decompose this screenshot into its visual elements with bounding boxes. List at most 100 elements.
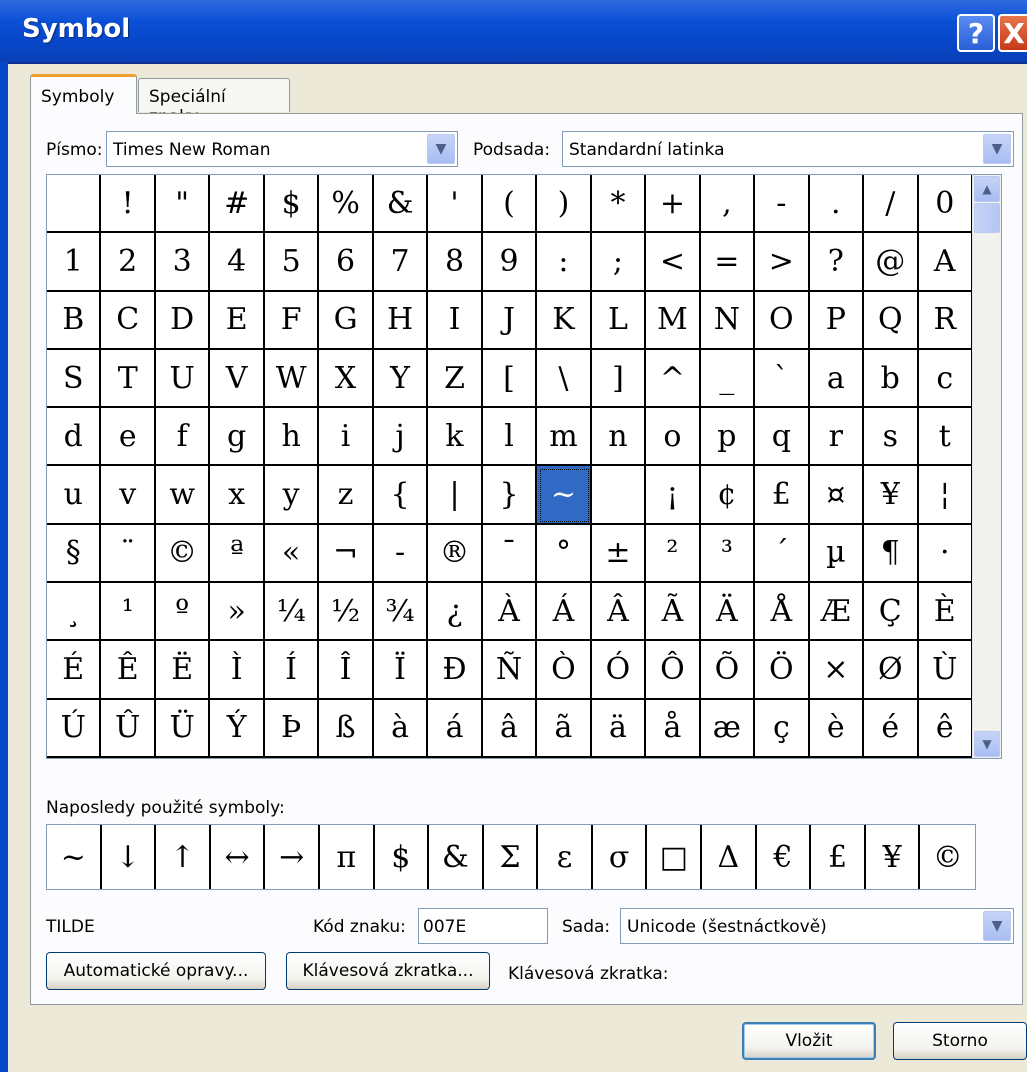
symbol-cell[interactable]: n bbox=[591, 408, 647, 467]
symbol-cell[interactable]: » bbox=[210, 583, 265, 642]
symbol-cell[interactable]: ¡ bbox=[646, 466, 701, 525]
symbol-cell[interactable]: ½ bbox=[319, 583, 374, 642]
symbol-cell[interactable]: W bbox=[264, 349, 320, 409]
symbol-cell[interactable]: 0 bbox=[918, 175, 973, 234]
symbol-cell[interactable]: ß bbox=[319, 699, 374, 758]
symbol-cell[interactable]: 6 bbox=[319, 233, 374, 292]
symbol-cell[interactable]: ª bbox=[210, 524, 265, 584]
symbol-cell[interactable]: Í bbox=[264, 641, 320, 700]
symbol-cell[interactable]: Z bbox=[428, 349, 483, 409]
recent-symbol[interactable]: Δ bbox=[702, 825, 757, 889]
symbol-cell[interactable]: V bbox=[210, 349, 265, 409]
symbol-cell[interactable]: ) bbox=[537, 175, 592, 234]
symbol-cell[interactable]: - bbox=[373, 524, 429, 584]
subset-select[interactable]: Standardní latinka ▼ bbox=[562, 131, 1014, 167]
symbol-cell[interactable]: ¶ bbox=[864, 524, 919, 584]
symbol-cell[interactable]: G bbox=[319, 291, 374, 350]
tab-special-chars[interactable]: Speciální znaky bbox=[138, 78, 290, 127]
symbol-cell[interactable]: Ô bbox=[646, 641, 701, 700]
symbol-cell[interactable]: Ì bbox=[210, 641, 265, 700]
symbol-cell[interactable]: ã bbox=[537, 699, 592, 758]
symbol-cell[interactable]: q bbox=[755, 408, 810, 467]
help-button[interactable]: ? bbox=[957, 14, 995, 52]
symbol-cell[interactable]: + bbox=[646, 175, 701, 234]
tab-symbols[interactable]: Symboly bbox=[30, 74, 137, 114]
symbol-cell[interactable]: $ bbox=[264, 175, 320, 234]
symbol-cell[interactable]: j bbox=[373, 408, 429, 467]
recent-symbol[interactable]: $ bbox=[375, 825, 430, 889]
symbol-cell[interactable]: ° bbox=[537, 524, 592, 584]
close-button[interactable]: X bbox=[998, 14, 1027, 52]
symbol-cell[interactable]: A bbox=[918, 233, 973, 292]
symbol-cell[interactable]: r bbox=[809, 408, 865, 467]
symbol-cell[interactable]: ( bbox=[482, 175, 538, 234]
symbol-cell[interactable]: Ý bbox=[210, 699, 265, 758]
symbol-cell[interactable]: h bbox=[264, 408, 320, 467]
symbol-cell[interactable]: 7 bbox=[373, 233, 429, 292]
symbol-cell[interactable]: & bbox=[373, 175, 429, 234]
symbol-cell[interactable]: p bbox=[700, 408, 756, 467]
symbol-cell[interactable]: Ú bbox=[47, 699, 102, 758]
symbol-cell[interactable] bbox=[47, 175, 102, 234]
symbol-cell[interactable]: D bbox=[155, 291, 211, 350]
symbol-cell[interactable]: § bbox=[47, 524, 102, 584]
symbol-cell[interactable]: ¤ bbox=[809, 466, 865, 525]
symbol-cell[interactable]: ± bbox=[591, 524, 647, 584]
symbol-cell[interactable]: º bbox=[155, 583, 211, 642]
symbol-cell[interactable]: e bbox=[101, 408, 156, 467]
symbol-cell[interactable]: ¸ bbox=[47, 583, 102, 642]
symbol-cell[interactable]: á bbox=[428, 699, 483, 758]
symbol-cell[interactable]: ³ bbox=[700, 524, 756, 584]
symbol-cell[interactable]: à bbox=[373, 699, 429, 758]
symbol-cell[interactable]: ~ bbox=[537, 466, 592, 525]
symbol-cell[interactable]: F bbox=[264, 291, 320, 350]
symbol-cell[interactable]: Å bbox=[755, 583, 810, 642]
symbol-cell[interactable]: Æ bbox=[809, 583, 865, 642]
symbol-cell[interactable]: Ç bbox=[864, 583, 919, 642]
chevron-down-icon[interactable]: ▼ bbox=[983, 134, 1011, 164]
symbol-cell[interactable]: Þ bbox=[264, 699, 320, 758]
symbol-cell[interactable]: × bbox=[809, 641, 865, 700]
symbol-cell[interactable]: ¾ bbox=[373, 583, 429, 642]
symbol-cell[interactable]: Ï bbox=[373, 641, 429, 700]
symbol-cell[interactable]: Ê bbox=[101, 641, 156, 700]
recent-symbol[interactable]: £ bbox=[811, 825, 866, 889]
symbol-cell[interactable]: M bbox=[646, 291, 701, 350]
symbol-cell[interactable]: b bbox=[864, 349, 919, 409]
symbol-cell[interactable]: ¯ bbox=[482, 524, 538, 584]
symbol-cell[interactable]: B bbox=[47, 291, 102, 350]
symbol-cell[interactable]: z bbox=[319, 466, 374, 525]
symbol-cell[interactable]: t bbox=[918, 408, 973, 467]
symbol-cell[interactable]: À bbox=[482, 583, 538, 642]
symbol-cell[interactable]: Û bbox=[101, 699, 156, 758]
symbol-cell[interactable]: â bbox=[482, 699, 538, 758]
symbol-cell[interactable]: © bbox=[155, 524, 211, 584]
symbol-cell[interactable]: @ bbox=[864, 233, 919, 292]
symbol-cell[interactable]: \ bbox=[537, 349, 592, 409]
symbol-cell[interactable] bbox=[591, 466, 647, 525]
symbol-cell[interactable]: Q bbox=[864, 291, 919, 350]
symbol-cell[interactable]: é bbox=[864, 699, 919, 758]
scroll-down-icon[interactable]: ▼ bbox=[974, 731, 1000, 757]
symbol-cell[interactable]: J bbox=[482, 291, 538, 350]
symbol-cell[interactable]: U bbox=[155, 349, 211, 409]
symbol-cell[interactable]: · bbox=[918, 524, 973, 584]
insert-button[interactable]: Vložit bbox=[742, 1022, 876, 1060]
symbol-cell[interactable]: " bbox=[155, 175, 211, 234]
symbol-cell[interactable]: I bbox=[428, 291, 483, 350]
symbol-cell[interactable]: < bbox=[646, 233, 701, 292]
symbol-cell[interactable]: 1 bbox=[47, 233, 102, 292]
symbol-cell[interactable]: > bbox=[755, 233, 810, 292]
symbol-cell[interactable]: Ä bbox=[700, 583, 756, 642]
symbol-cell[interactable]: . bbox=[809, 175, 865, 234]
cancel-button[interactable]: Storno bbox=[893, 1022, 1027, 1060]
symbol-cell[interactable]: 4 bbox=[210, 233, 265, 292]
symbol-cell[interactable]: / bbox=[864, 175, 919, 234]
symbol-cell[interactable]: Î bbox=[319, 641, 374, 700]
symbol-cell[interactable]: E bbox=[210, 291, 265, 350]
recent-symbol[interactable]: → bbox=[265, 825, 320, 889]
recent-symbol[interactable]: € bbox=[757, 825, 812, 889]
symbol-cell[interactable]: l bbox=[482, 408, 538, 467]
symbol-cell[interactable]: 5 bbox=[264, 233, 320, 292]
recent-symbol[interactable]: ~ bbox=[47, 825, 102, 889]
